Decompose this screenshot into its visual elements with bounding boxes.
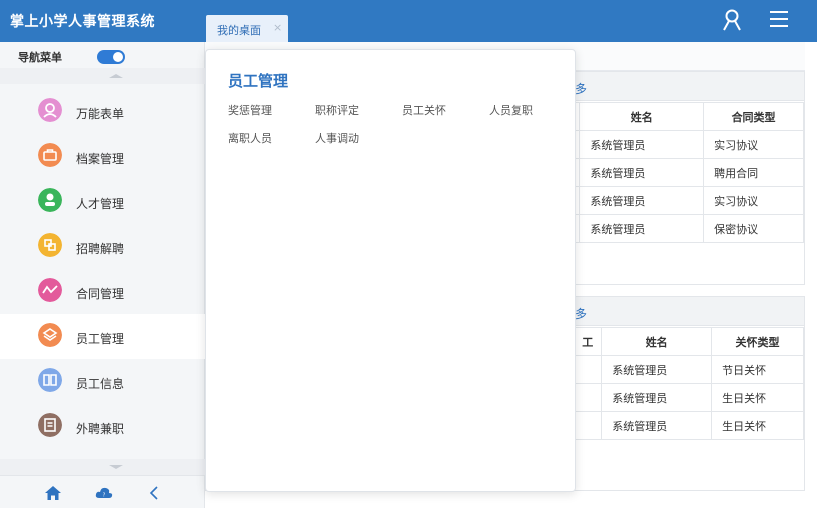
- sidebar-item-label: 外聘兼职: [76, 422, 125, 436]
- user-icon[interactable]: [722, 9, 742, 31]
- sidebar-item-recruitment[interactable]: 招聘解聘: [0, 224, 205, 269]
- sidebar-item-label: 招聘解聘: [76, 242, 125, 256]
- submenu-item-reinstatement[interactable]: 人员复职: [489, 102, 533, 118]
- table-cell: 保密协议: [703, 214, 804, 243]
- chevron-left-icon[interactable]: [146, 484, 164, 502]
- user-icon: [38, 98, 62, 122]
- table-cell: 系统管理员: [601, 411, 713, 440]
- sidebar-item-employee-management[interactable]: 员工管理: [0, 314, 205, 359]
- sidebar-scroll-down[interactable]: [0, 459, 205, 475]
- sidebar-item-label: 万能表单: [76, 107, 125, 121]
- table-cell: 聘用合同: [703, 158, 804, 187]
- person-icon: [38, 188, 62, 212]
- tab-label[interactable]: 我的桌面: [217, 22, 261, 38]
- cloud-help-icon[interactable]: ?: [95, 484, 113, 502]
- sidebar-item-label: 员工管理: [76, 332, 125, 346]
- nav-menu-toggle[interactable]: [97, 50, 125, 64]
- chevron-up-icon: [109, 74, 123, 78]
- table-cell: 系统管理员: [601, 355, 713, 384]
- hamburger-menu-icon[interactable]: [769, 9, 789, 29]
- table-cell: 生日关怀: [711, 383, 804, 412]
- toggle-knob: [113, 52, 123, 62]
- submenu-item-transfers[interactable]: 人事调动: [315, 130, 359, 146]
- book-icon: [38, 368, 62, 392]
- app-title: 掌上小学人事管理系统: [10, 14, 155, 30]
- nav-toggle-label: 导航菜单: [18, 51, 62, 64]
- tab-my-desktop[interactable]: 我的桌面 ×: [206, 15, 288, 42]
- sidebar-item-label: 人才管理: [76, 197, 125, 211]
- top-bar: 掌上小学人事管理系统 我的桌面 ×: [0, 0, 817, 42]
- employee-management-submenu: 员工管理 奖惩管理 职称评定 员工关怀 人员复职 离职人员 人事调动: [205, 49, 576, 492]
- briefcase-icon: [38, 143, 62, 167]
- submenu-item-employee-care[interactable]: 员工关怀: [402, 102, 446, 118]
- table-cell: 系统管理员: [601, 383, 713, 412]
- table-cell: 系统管理员: [579, 130, 705, 159]
- home-icon[interactable]: [44, 484, 62, 502]
- submenu-item-title-evaluation[interactable]: 职称评定: [315, 102, 359, 118]
- document-icon: [38, 413, 62, 437]
- sidebar-item-talent[interactable]: 人才管理: [0, 179, 205, 224]
- contract-icon: [38, 278, 62, 302]
- table-cell: 实习协议: [703, 186, 804, 215]
- more-link[interactable]: 多: [575, 305, 587, 322]
- nav-toggle-row: 导航菜单: [0, 42, 205, 68]
- sidebar-item-archive[interactable]: 档案管理: [0, 134, 205, 179]
- sidebar-footer: ?: [0, 475, 205, 508]
- table-cell: 生日关怀: [711, 411, 804, 440]
- sidebar: 导航菜单 万能表单 档案管理 人才管理 招聘解聘 合同管理 员工管理 员工信息 …: [0, 42, 205, 508]
- layers-icon: [38, 323, 62, 347]
- submenu-item-rewards-punishments[interactable]: 奖惩管理: [228, 102, 272, 118]
- chevron-down-icon: [109, 465, 123, 469]
- recruit-icon: [38, 233, 62, 257]
- svg-text:?: ?: [103, 493, 106, 499]
- sidebar-item-employee-info[interactable]: 员工信息: [0, 359, 205, 404]
- sidebar-item-label: 员工信息: [76, 377, 125, 391]
- table-cell: 系统管理员: [579, 158, 705, 187]
- table-cell: 系统管理员: [579, 186, 705, 215]
- sidebar-item-contract[interactable]: 合同管理: [0, 269, 205, 314]
- sidebar-item-universal-form[interactable]: 万能表单: [0, 89, 205, 134]
- sidebar-item-label: 合同管理: [76, 287, 125, 301]
- sidebar-scroll-up[interactable]: [0, 68, 205, 84]
- submenu-item-resigned-staff[interactable]: 离职人员: [228, 130, 272, 146]
- table-cell: 实习协议: [703, 130, 804, 159]
- nav-list: 万能表单 档案管理 人才管理 招聘解聘 合同管理 员工管理 员工信息 外聘兼职: [0, 89, 205, 449]
- sidebar-item-external-parttime[interactable]: 外聘兼职: [0, 404, 205, 449]
- table-header-cell: 合同类型: [703, 102, 804, 131]
- tab-close-icon[interactable]: ×: [273, 21, 282, 34]
- table-header-cell: 姓名: [601, 327, 713, 356]
- more-link[interactable]: 多: [575, 80, 587, 97]
- table-cell: 节日关怀: [711, 355, 804, 384]
- table-header-cell: 姓名: [579, 102, 705, 131]
- sidebar-item-label: 档案管理: [76, 152, 125, 166]
- table-cell: 系统管理员: [579, 214, 705, 243]
- table-header-cell: 关怀类型: [711, 327, 804, 356]
- submenu-title: 员工管理: [228, 72, 289, 90]
